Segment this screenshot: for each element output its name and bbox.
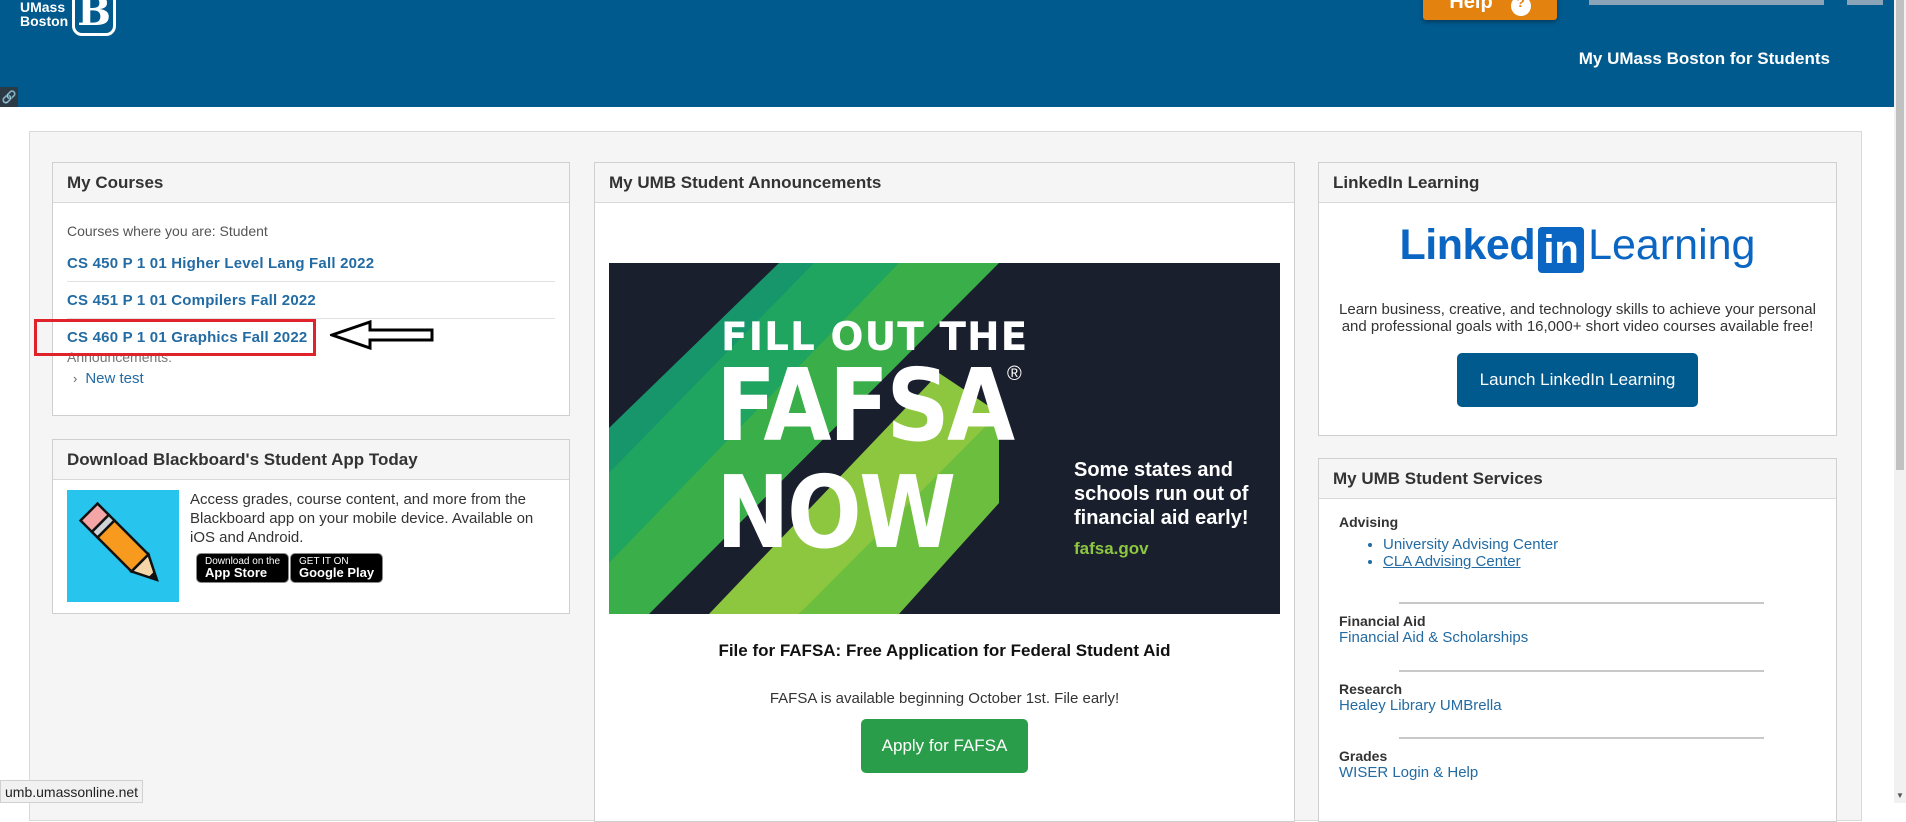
top-header: UMass Boston B Help? My UMass Boston for… [0, 0, 1894, 107]
banner-side-line-3: financial aid early! [1074, 507, 1249, 529]
google-play-badge[interactable]: GET IT ON Google Play [290, 553, 384, 583]
course-link-cs450[interactable]: CS 450 P 1 01 Higher Level Lang Fall 202… [67, 245, 555, 282]
pencil-icon [67, 490, 179, 602]
google-play-label: Google Play [299, 565, 375, 580]
chevron-right-icon: › [73, 371, 78, 386]
logo-learning-text: Learning [1588, 221, 1756, 269]
research-section: Research Healey Library UMBrella [1339, 681, 1502, 714]
course-link-cs451[interactable]: CS 451 P 1 01 Compilers Fall 2022 [67, 282, 555, 319]
student-announcements-module: My UMB Student Announcements FILL OUT TH… [594, 162, 1295, 822]
module-title: Download Blackboard's Student App Today [53, 440, 569, 480]
download-app-module: Download Blackboard's Student App Today … [52, 439, 570, 614]
highlight-box [34, 319, 316, 356]
portal-title[interactable]: My UMass Boston for Students [1579, 49, 1830, 69]
apply-for-fafsa-button[interactable]: Apply for FAFSA [861, 719, 1028, 773]
advising-section: Advising University Advising Center CLA … [1339, 514, 1558, 570]
grades-title: Grades [1339, 748, 1388, 764]
banner-line-2: FAFSA [716, 347, 1015, 464]
course-role-label: Courses where you are: Student [67, 223, 268, 239]
my-courses-module: My Courses Courses where you are: Studen… [52, 162, 570, 416]
link-icon[interactable]: 🔗 [0, 87, 18, 107]
wiser-login-help-link[interactable]: WISER Login & Help [1339, 764, 1478, 781]
linkedin-description: Learn business, creative, and technology… [1339, 301, 1816, 335]
financial-aid-scholarships-link[interactable]: Financial Aid & Scholarships [1339, 629, 1528, 646]
banner-side-text: Some states and schools run out of finan… [1074, 458, 1249, 530]
app-description: Access grades, course content, and more … [190, 491, 534, 546]
link-label: CLA Advising Center [1383, 553, 1521, 570]
section-divider [1399, 670, 1764, 672]
announcement-link[interactable]: › New test [73, 370, 569, 387]
student-services-module: My UMB Student Services Advising Univers… [1318, 458, 1837, 822]
financial-aid-section: Financial Aid Financial Aid & Scholarshi… [1339, 613, 1528, 646]
fafsa-banner-image[interactable]: FILL OUT THE FAFSA ® NOW Some states and… [609, 263, 1280, 614]
help-question-icon: ? [1510, 0, 1531, 16]
status-bar-url: umb.umassonline.net [0, 780, 144, 803]
help-label: Help [1449, 0, 1493, 13]
app-store-badge[interactable]: Download on the App Store [196, 553, 290, 583]
link-label: University Advising Center [1383, 536, 1559, 553]
banner-side-line-2: schools run out of [1074, 483, 1249, 505]
page-scrollbar[interactable]: ▼ [1894, 0, 1906, 803]
financial-aid-title: Financial Aid [1339, 613, 1426, 629]
header-menu-button[interactable] [1847, 0, 1883, 5]
logo-linked-text: Linked [1399, 221, 1536, 269]
banner-side-line-1: Some states and [1074, 459, 1233, 481]
fafsa-subtext: FAFSA is available beginning October 1st… [769, 690, 1120, 707]
announcement-label: New test [85, 370, 144, 387]
section-divider [1399, 602, 1764, 604]
cla-advising-center-link[interactable]: CLA Advising Center [1383, 553, 1558, 570]
grades-section: Grades WISER Login & Help [1339, 748, 1478, 781]
healey-library-umbrella-link[interactable]: Healey Library UMBrella [1339, 697, 1502, 714]
linkedin-in-icon: in [1538, 227, 1585, 273]
module-title: My UMB Student Services [1319, 459, 1836, 499]
section-divider [1399, 737, 1764, 739]
module-title: My UMB Student Announcements [595, 163, 1294, 203]
scroll-down-arrow-icon[interactable]: ▼ [1894, 791, 1906, 803]
annotation-arrow-icon [330, 320, 434, 350]
launch-linkedin-learning-button[interactable]: Launch LinkedIn Learning [1457, 353, 1698, 407]
blackboard-logo-icon[interactable]: B [72, 0, 116, 36]
umass-boston-logo-text[interactable]: UMass Boston [20, 0, 68, 28]
fafsa-heading: File for FAFSA: Free Application for Fed… [718, 641, 1171, 660]
logo-line-1: UMass [20, 0, 66, 15]
search-input[interactable] [1589, 0, 1824, 5]
linkedin-learning-module: LinkedIn Learning Linked in Learning Learn… [1318, 162, 1837, 436]
research-title: Research [1339, 681, 1403, 697]
banner-line-3: NOW [716, 454, 956, 571]
university-advising-center-link[interactable]: University Advising Center [1383, 536, 1558, 553]
app-store-label: App Store [205, 565, 268, 580]
advising-title: Advising [1339, 514, 1399, 530]
linkedin-learning-logo[interactable]: Linked in Learning [1319, 221, 1836, 273]
advising-links: University Advising Center CLA Advising … [1339, 536, 1558, 570]
module-title: My Courses [53, 163, 569, 203]
scrollbar-thumb[interactable] [1896, 0, 1904, 470]
banner-registered-mark: ® [1007, 363, 1022, 385]
banner-url: fafsa.gov [1074, 539, 1149, 558]
help-button[interactable]: Help? [1423, 0, 1557, 20]
module-title: LinkedIn Learning [1319, 163, 1836, 203]
logo-line-2: Boston [20, 13, 69, 29]
